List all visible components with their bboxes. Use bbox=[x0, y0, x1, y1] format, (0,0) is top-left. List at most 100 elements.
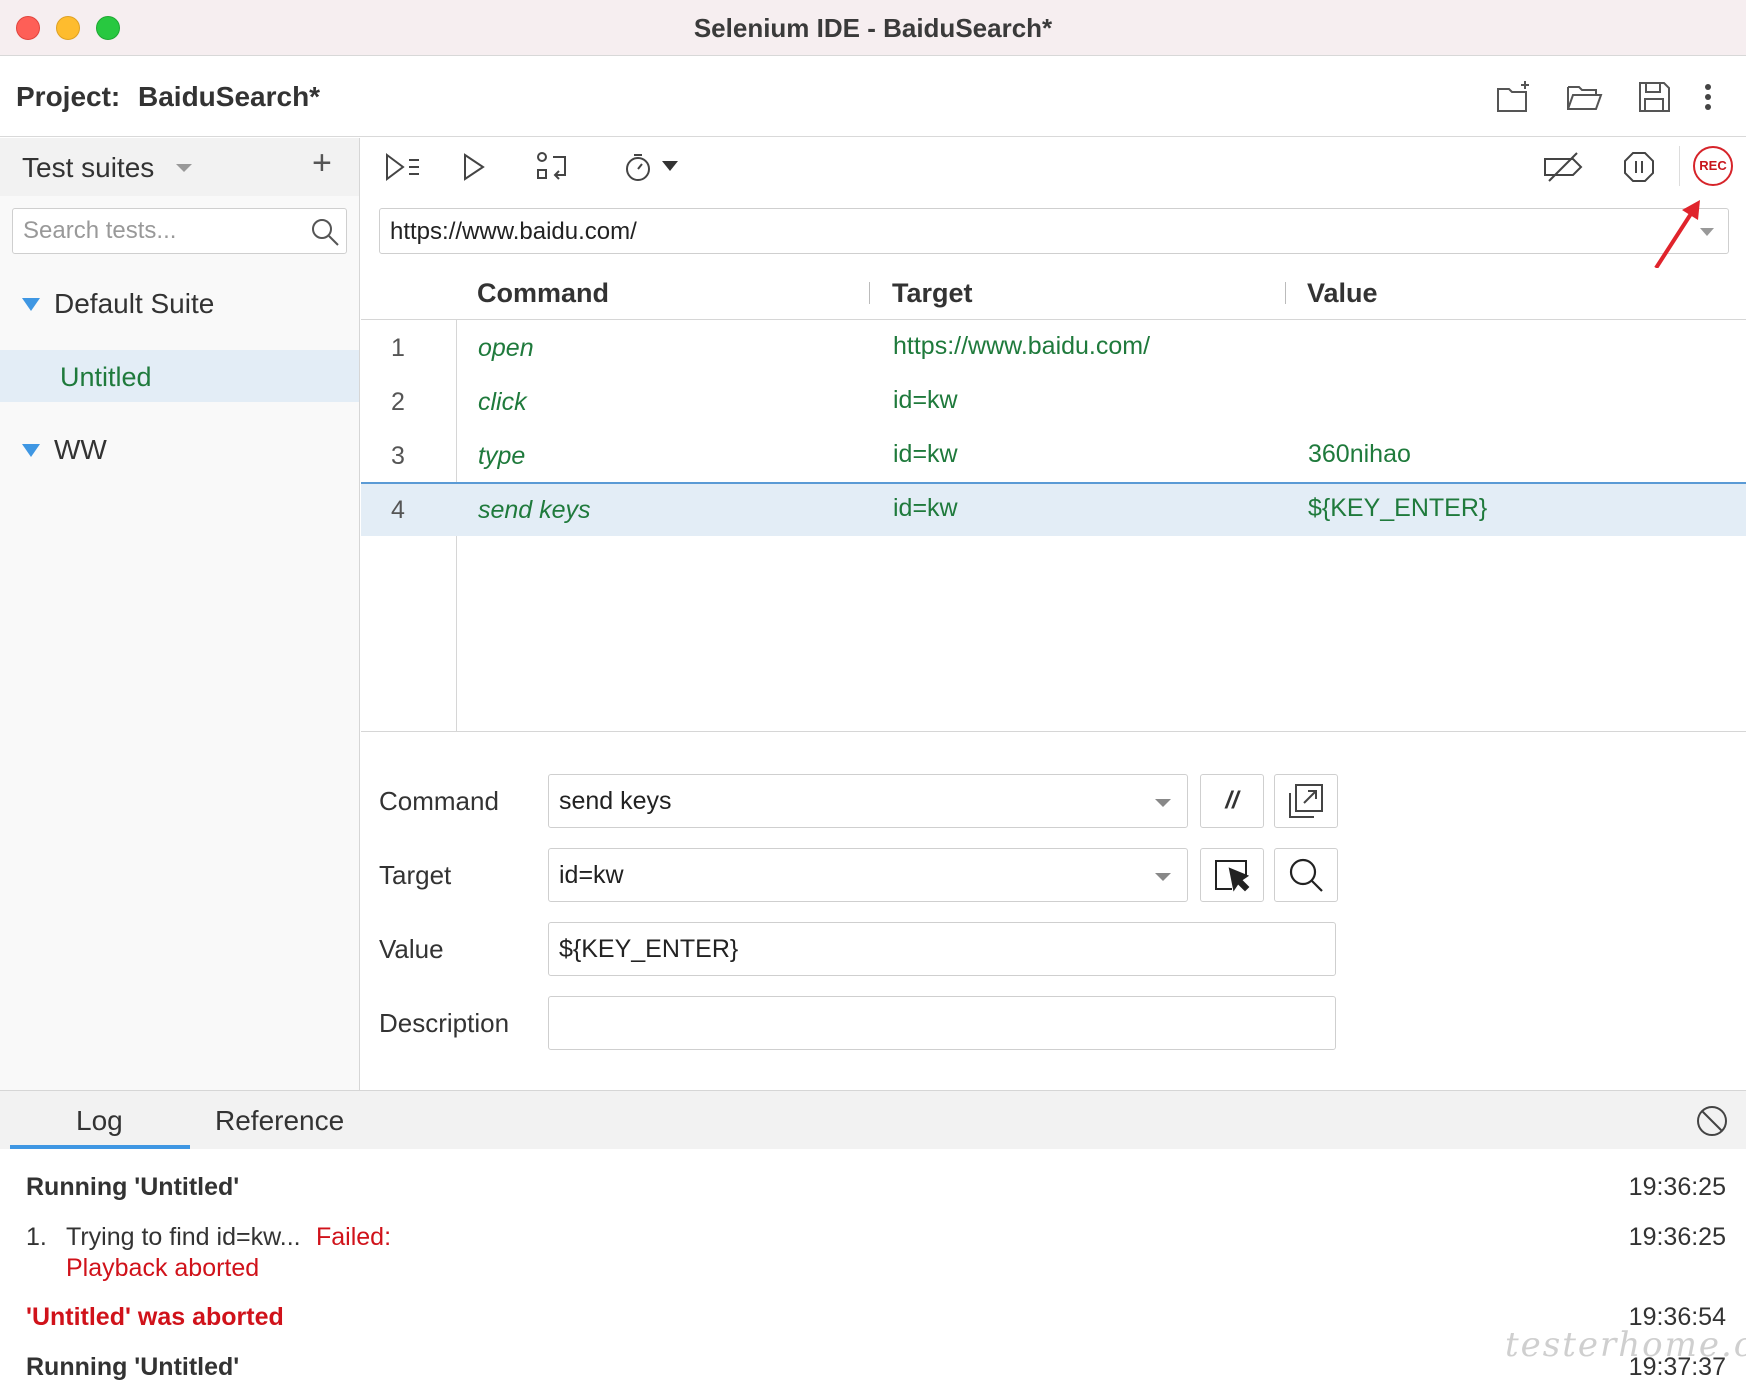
base-url-field[interactable]: https://www.baidu.com/ bbox=[379, 208, 1729, 254]
test-suites-header: Test suites + bbox=[0, 138, 359, 196]
column-header-target[interactable]: Target bbox=[892, 278, 973, 309]
expand-triangle-icon[interactable] bbox=[22, 444, 40, 457]
pointer-select-icon bbox=[1215, 860, 1250, 892]
log-panel: Log Reference Running 'Untitled' 19:36:2… bbox=[0, 1090, 1746, 1382]
table-row-selected[interactable]: 4 send keys id=kw ${KEY_ENTER} bbox=[361, 482, 1746, 536]
log-entry-text: Running 'Untitled' bbox=[26, 1353, 240, 1381]
command-label: Command bbox=[379, 786, 499, 816]
more-options-icon[interactable] bbox=[1690, 77, 1726, 117]
log-entry-time: 19:36:25 bbox=[1628, 1173, 1726, 1201]
chevron-down-icon[interactable] bbox=[1155, 873, 1171, 881]
window-title: Selenium IDE - BaiduSearch* bbox=[693, 13, 1053, 43]
row-number: 3 bbox=[391, 442, 405, 470]
row-value: 360nihao bbox=[1308, 440, 1411, 468]
project-name[interactable]: BaiduSearch* bbox=[138, 81, 320, 113]
comment-toggle-button[interactable]: // bbox=[1200, 774, 1264, 828]
table-row[interactable]: 1 open https://www.baidu.com/ bbox=[361, 322, 1746, 376]
chevron-down-icon[interactable] bbox=[176, 164, 192, 172]
open-reference-button[interactable] bbox=[1274, 774, 1338, 828]
suite-label: WW bbox=[54, 434, 107, 465]
search-icon[interactable] bbox=[310, 217, 340, 247]
clear-log-icon[interactable] bbox=[1694, 1103, 1730, 1139]
table-header: Command Target Value bbox=[361, 268, 1746, 320]
tab-reference[interactable]: Reference bbox=[215, 1105, 344, 1137]
run-all-tests-icon[interactable] bbox=[381, 147, 425, 187]
log-entry-time: 19:36:25 bbox=[1628, 1223, 1726, 1251]
row-target: id=kw bbox=[893, 440, 958, 468]
target-label: Target bbox=[379, 860, 452, 890]
row-command: send keys bbox=[478, 496, 591, 524]
playback-toolbar: REC bbox=[361, 138, 1746, 196]
command-table: Command Target Value 1 open https://www.… bbox=[361, 268, 1746, 732]
row-command: open bbox=[478, 334, 534, 362]
suite-ww[interactable]: WW bbox=[0, 424, 359, 476]
row-command: type bbox=[478, 442, 526, 470]
target-select[interactable]: id=kw bbox=[548, 848, 1188, 902]
description-input[interactable] bbox=[548, 996, 1336, 1050]
column-resize-handle[interactable] bbox=[1285, 282, 1286, 304]
row-target: id=kw bbox=[893, 494, 958, 522]
table-row[interactable]: 2 click id=kw bbox=[361, 376, 1746, 430]
step-over-icon[interactable] bbox=[531, 147, 575, 187]
target-value: id=kw bbox=[559, 861, 624, 889]
disable-breakpoints-icon[interactable] bbox=[1541, 147, 1585, 187]
test-suites-dropdown[interactable]: Test suites bbox=[22, 152, 154, 184]
row-number: 1 bbox=[391, 334, 405, 362]
log-entry-status: Failed: bbox=[316, 1223, 392, 1251]
log-entry-text: Trying to find id=kw... bbox=[66, 1223, 301, 1251]
column-header-value[interactable]: Value bbox=[1307, 278, 1378, 309]
annotation-arrow-icon bbox=[1654, 200, 1700, 270]
project-header: Project: BaiduSearch* bbox=[0, 57, 1746, 137]
description-label: Description bbox=[379, 1008, 510, 1038]
row-target: https://www.baidu.com/ bbox=[893, 332, 1151, 360]
test-item-untitled[interactable]: Untitled bbox=[0, 350, 359, 402]
row-number: 2 bbox=[391, 388, 405, 416]
chevron-down-icon[interactable] bbox=[1155, 799, 1171, 807]
find-target-button[interactable] bbox=[1274, 848, 1338, 902]
suite-default-suite[interactable]: Default Suite bbox=[0, 278, 359, 330]
add-suite-button[interactable]: + bbox=[312, 146, 332, 180]
base-url-value: https://www.baidu.com/ bbox=[390, 218, 637, 245]
watermark: testerhome.com bbox=[1505, 1325, 1746, 1365]
command-select[interactable]: send keys bbox=[548, 774, 1188, 828]
log-entry-text: 'Untitled' was aborted bbox=[26, 1303, 284, 1331]
suite-label: Default Suite bbox=[54, 288, 215, 319]
new-project-icon[interactable] bbox=[1494, 77, 1534, 117]
run-current-test-icon[interactable] bbox=[453, 147, 497, 187]
speed-timer-icon[interactable] bbox=[617, 147, 687, 187]
log-entry-detail: Playback aborted bbox=[66, 1254, 260, 1282]
column-header-command[interactable]: Command bbox=[477, 278, 609, 309]
log-entry-index: 1. bbox=[26, 1223, 47, 1251]
table-row[interactable]: 3 type id=kw 360nihao bbox=[361, 430, 1746, 484]
save-project-icon[interactable] bbox=[1634, 77, 1674, 117]
test-suites-sidebar: Test suites + Default Suite Untitled WW bbox=[0, 138, 360, 1090]
select-target-button[interactable] bbox=[1200, 848, 1264, 902]
open-project-icon[interactable] bbox=[1564, 77, 1604, 117]
expand-triangle-icon[interactable] bbox=[22, 298, 40, 311]
row-number: 4 bbox=[391, 496, 405, 524]
toolbar-divider bbox=[1679, 146, 1680, 186]
row-value: ${KEY_ENTER} bbox=[1308, 494, 1488, 522]
active-tab-indicator bbox=[10, 1145, 190, 1149]
column-resize-handle[interactable] bbox=[869, 282, 870, 304]
value-text: ${KEY_ENTER} bbox=[559, 935, 739, 963]
search-icon bbox=[1289, 858, 1323, 892]
log-tabs: Log Reference bbox=[0, 1091, 1746, 1149]
external-window-icon bbox=[1289, 784, 1323, 818]
command-value: send keys bbox=[559, 787, 672, 815]
comment-label: // bbox=[1225, 787, 1239, 814]
log-entry-text: Running 'Untitled' bbox=[26, 1173, 240, 1201]
search-tests-input[interactable] bbox=[23, 217, 293, 245]
record-button[interactable]: REC bbox=[1693, 146, 1733, 186]
row-command: click bbox=[478, 388, 527, 416]
test-label: Untitled bbox=[60, 362, 152, 392]
value-input[interactable]: ${KEY_ENTER} bbox=[548, 922, 1336, 976]
value-label: Value bbox=[379, 934, 444, 964]
command-editor: Command send keys // Target id=kw Value … bbox=[361, 733, 1746, 1090]
row-target: id=kw bbox=[893, 386, 958, 414]
window-title-bar: Selenium IDE - BaiduSearch* bbox=[0, 0, 1746, 56]
search-tests-box bbox=[12, 208, 347, 254]
project-label: Project: bbox=[16, 81, 121, 112]
tab-log[interactable]: Log bbox=[76, 1105, 123, 1137]
pause-on-exceptions-icon[interactable] bbox=[1617, 147, 1661, 187]
